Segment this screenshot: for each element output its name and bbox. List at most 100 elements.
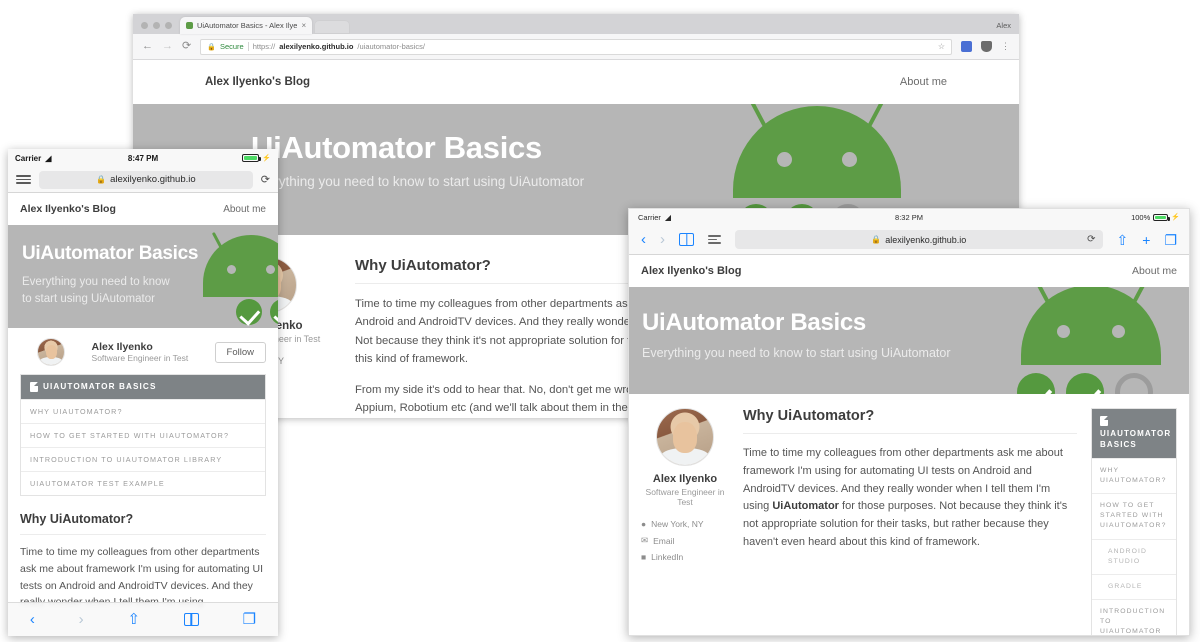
nav-link-about-me[interactable]: About me: [223, 204, 266, 215]
toc-header: UIAUTOMATOR BASICS: [21, 375, 265, 399]
share-icon[interactable]: ⇧: [127, 612, 140, 627]
reader-view-icon[interactable]: [708, 235, 721, 244]
table-of-contents: UIAUTOMATOR BASICS WHY UIAUTOMATOR? HOW …: [20, 374, 266, 496]
iphone-status-bar: Carrier ◢ 8:47 PM ⚡: [8, 149, 278, 167]
menu-icon[interactable]: [16, 175, 31, 184]
close-tab-icon[interactable]: ×: [301, 21, 306, 30]
ipad-url-text: alexilyenko.github.io: [885, 234, 967, 245]
close-window-button[interactable]: [141, 22, 148, 29]
iphone-address-bar[interactable]: 🔒 alexilyenko.github.io: [39, 170, 253, 189]
toc-item[interactable]: HOW TO GET STARTED WITH UIAUTOMATOR?: [1092, 492, 1176, 539]
site-brand-link[interactable]: Alex Ilyenko's Blog: [20, 203, 116, 215]
toc-item[interactable]: WHY UIAUTOMATOR?: [21, 399, 265, 423]
address-bar[interactable]: 🔒 Secure https://alexilyenko.github.io/u…: [200, 38, 952, 55]
status-battery-group: 100% ⚡: [923, 213, 1180, 222]
nav-link-about-me[interactable]: About me: [900, 76, 947, 88]
author-link-email[interactable]: ✉ Email: [641, 532, 729, 549]
article-paragraph-1: Time to time my colleagues from other de…: [743, 445, 1077, 552]
secure-label: Secure: [219, 42, 244, 51]
toc-item[interactable]: HOW TO GET STARTED WITH UIAUTOMATOR?: [21, 423, 265, 447]
browser-tab-inactive[interactable]: [314, 20, 351, 34]
author-card: Alex Ilyenko Software Engineer in Test ●…: [641, 408, 729, 635]
android-robot-icon: [203, 231, 278, 297]
hero-banner: UiAutomator Basics Everything you need t…: [629, 287, 1189, 394]
back-icon[interactable]: ‹: [641, 232, 646, 247]
toc-item[interactable]: WHY UIAUTOMATOR?: [1092, 457, 1176, 493]
browser-tab-active[interactable]: UiAutomator Basics - Alex Ilye ×: [180, 17, 313, 34]
toc-header: UIAUTOMATOR BASICS: [1092, 409, 1176, 458]
browser-menu-icon[interactable]: ⋮: [1001, 42, 1010, 51]
follow-button[interactable]: Follow: [214, 341, 266, 363]
ipad-browser-toolbar: ‹ › 🔒 alexilyenko.github.io ⟳ ⇧ + ❐: [629, 225, 1189, 255]
back-icon[interactable]: ‹: [30, 612, 35, 627]
share-icon[interactable]: ⇧: [1117, 233, 1129, 247]
author-linkedin-label: LinkedIn: [651, 552, 684, 562]
paragraph-1-bold-term: UiAutomator: [772, 500, 839, 513]
android-robot-icon: [733, 104, 901, 198]
nav-link-about-me[interactable]: About me: [1132, 265, 1177, 277]
site-navigation: Alex Ilyenko's Blog About me: [8, 193, 278, 225]
article-heading: Why UiAutomator?: [743, 408, 875, 424]
browser-tab-title: UiAutomator Basics - Alex Ilye: [197, 21, 298, 30]
forward-icon[interactable]: →: [162, 41, 173, 52]
extension-icon-2[interactable]: [981, 41, 992, 52]
location-pin-icon: ●: [641, 519, 647, 529]
article-column: Why UiAutomator? Time to time my colleag…: [743, 408, 1077, 635]
ipad-status-bar: Carrier ◢ 8:32 PM 100% ⚡: [629, 209, 1189, 225]
tabs-icon[interactable]: ❐: [243, 612, 256, 627]
ipad-mockup: Carrier ◢ 8:32 PM 100% ⚡ ‹ › 🔒 alexilyen…: [628, 208, 1190, 636]
charging-bolt-icon: ⚡: [262, 155, 272, 162]
reload-icon[interactable]: ⟳: [182, 41, 191, 52]
maximize-window-button[interactable]: [165, 22, 172, 29]
toc-item[interactable]: UIAUTOMATOR TEST EXAMPLE: [21, 471, 265, 495]
divider: [247, 42, 249, 51]
carrier-label: Carrier: [15, 153, 42, 163]
author-card: Alex Ilyenko Software Engineer in Test F…: [8, 328, 278, 374]
forward-icon[interactable]: ›: [79, 612, 84, 627]
carrier-label: Carrier: [638, 212, 661, 222]
site-brand-link[interactable]: Alex Ilyenko's Blog: [641, 265, 741, 277]
author-link-linkedin[interactable]: ■ LinkedIn: [641, 549, 729, 565]
email-icon: ✉: [641, 535, 649, 545]
status-clock: 8:47 PM: [127, 153, 159, 163]
reload-icon[interactable]: ⟳: [261, 173, 270, 186]
bookmarks-icon[interactable]: [679, 233, 694, 246]
extension-icon-1[interactable]: [961, 41, 972, 52]
browser-toolbar: ← → ⟳ 🔒 Secure https://alexilyenko.githu…: [133, 34, 1019, 60]
minimize-window-button[interactable]: [153, 22, 160, 29]
browser-tab-strip: UiAutomator Basics - Alex Ilye × Alex: [133, 14, 1019, 34]
site-navigation: Alex Ilyenko's Blog About me: [133, 60, 1019, 104]
page-body: Alex Ilyenko Software Engineer in Test ●…: [629, 394, 1189, 635]
author-link-location: ● New York, NY: [641, 516, 729, 532]
heading-rule: [743, 433, 1077, 434]
url-scheme: https://: [252, 42, 276, 51]
progress-checkmarks: [1017, 373, 1153, 394]
status-battery-group: ⚡: [158, 154, 271, 162]
progress-checkmarks: [236, 299, 278, 325]
checkmark-pending-icon: [1115, 373, 1153, 394]
wifi-icon: ◢: [664, 212, 672, 222]
lock-icon: 🔒: [871, 235, 882, 244]
back-icon[interactable]: ←: [142, 41, 153, 52]
document-icon: [1100, 416, 1108, 426]
iphone-bottom-toolbar: ‹ › ⇧ ❐: [8, 602, 278, 636]
browser-profile-label[interactable]: Alex: [996, 21, 1011, 30]
forward-icon[interactable]: ›: [660, 232, 665, 247]
bookmarks-icon[interactable]: [183, 613, 199, 626]
article-paragraph-1: Time to time my colleagues from other de…: [20, 546, 264, 608]
reload-icon[interactable]: ⟳: [1087, 234, 1095, 245]
new-tab-icon[interactable]: +: [1142, 233, 1150, 247]
toc-item[interactable]: INTRODUCTION TO UIAUTOMATOR LIBRARY: [1092, 599, 1176, 635]
toc-item[interactable]: INTRODUCTION TO UIAUTOMATOR LIBRARY: [21, 447, 265, 471]
site-brand-link[interactable]: Alex Ilyenko's Blog: [205, 76, 310, 88]
checkmark-complete-icon: [1066, 373, 1104, 394]
toc-item-sub[interactable]: ANDROID STUDIO: [1092, 538, 1176, 574]
window-traffic-lights[interactable]: [133, 22, 180, 34]
tabs-icon[interactable]: ❐: [1164, 233, 1177, 247]
toc-item-sub[interactable]: GRADLE: [1092, 573, 1176, 599]
bookmark-star-icon[interactable]: ☆: [938, 42, 945, 51]
ipad-address-bar[interactable]: 🔒 alexilyenko.github.io ⟳: [735, 230, 1103, 249]
battery-percent-label: 100%: [1131, 212, 1151, 222]
favicon-icon: [186, 22, 193, 29]
url-path: /uiautomator-basics/: [357, 42, 425, 51]
